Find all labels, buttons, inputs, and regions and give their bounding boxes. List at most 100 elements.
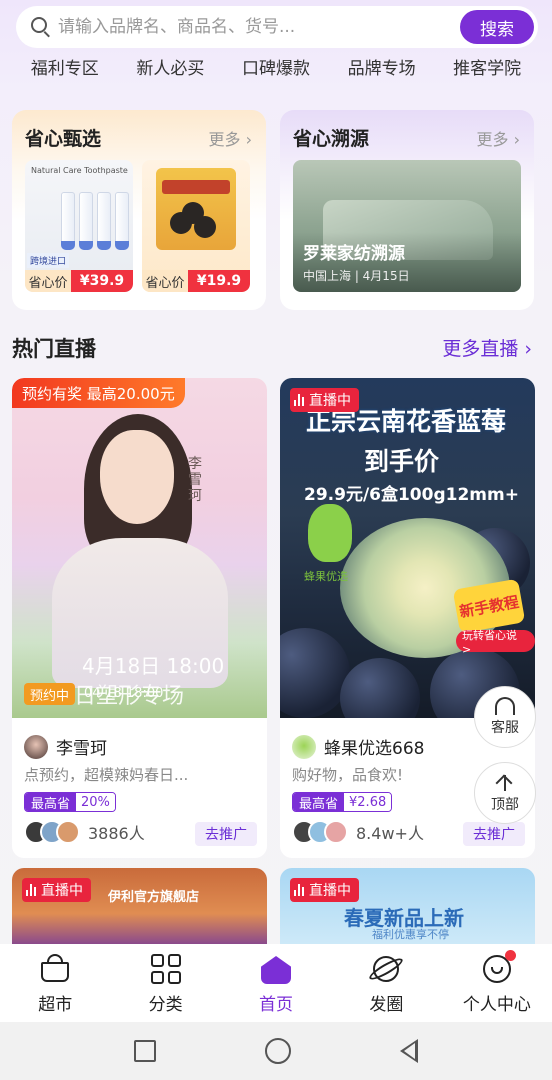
live-status-badge: 直播中 [290,878,359,902]
live-bars-icon [294,394,304,406]
appointment-time: 04-18 18:00 [84,686,164,701]
product-toothpaste[interactable]: Natural Care Toothpaste 跨境进口 省心价 ¥39.9 [25,160,133,292]
viewers-row: 8.4w+人 [292,820,424,844]
viewer-avatar [324,820,348,844]
smile-icon [480,950,516,986]
tab-label: 超市 [38,995,73,1015]
grid-icon [149,952,183,986]
price-value: ¥39.9 [71,270,133,292]
notification-dot [504,950,516,961]
viewer-avatar [56,820,80,844]
curated-title: 省心甄选 [25,128,102,150]
saving-value: ¥2.68 [344,793,392,811]
trace-caption: 罗莱家纺溯源 [303,244,405,264]
back-to-top-button[interactable]: 顶部 [474,762,536,824]
product-plum[interactable]: 省心价 ¥19.9 [142,160,250,292]
live-cover[interactable]: 正宗云南花香蓝莓 到手价 29.9元/6盒100g12mm+ 蜂果优选 新手教程… [280,378,535,718]
promo-badge: 预约有奖 最高20.00元 [12,378,185,408]
tab-moments[interactable]: 发圈 [331,944,441,1022]
saving-badge: 最高省 ¥2.68 [292,792,393,812]
more-live-link[interactable]: 更多直播 › [442,334,532,361]
cover-headline: 到手价 [364,447,440,476]
live-bars-icon [294,884,304,896]
tab-label: 分类 [148,995,183,1015]
anchor-row: 蜂果优选668 [292,734,424,759]
cover-price: 29.9元/6盒100g12mm+ [304,485,519,505]
curated-more-link[interactable]: 更多 › [209,126,253,150]
home-button-icon[interactable] [264,1038,291,1064]
curated-selection-card[interactable]: 省心甄选 更多 › Natural Care Toothpaste 跨境进口 省… [12,110,266,310]
product-image [115,192,129,250]
store-name: 伊利官方旗舰店 [108,890,200,905]
trace-title: 省心溯源 [293,128,370,150]
live-status-text: 直播中 [41,883,83,899]
price-row: 省心价 ¥39.9 [25,270,133,292]
anchor-name: 李雪珂 [56,739,107,759]
tab-supermarket[interactable]: 超市 [0,944,110,1022]
customer-service-label: 客服 [491,720,519,736]
live-status-text: 直播中 [309,393,351,409]
avatar [292,734,316,759]
bee-mascot-icon [308,504,352,562]
promote-button[interactable]: 去推广 [463,822,525,846]
viewer-count: 8.4w+人 [356,824,424,843]
saving-label: 最高省 [293,793,345,811]
category-item[interactable]: 新人必买 [136,56,204,86]
avatar [24,734,48,759]
price-label: 省心价 [25,270,71,292]
viewer-count: 3886人 [88,824,145,843]
customer-service-button[interactable]: 客服 [474,686,536,748]
product-image [79,192,93,250]
live-cover[interactable]: 李雪珂 4月18日 18:00 春日塑形专场 预约有奖 最高20.00元 预约中… [12,378,267,718]
search-button[interactable]: 搜索 [460,10,534,44]
live-status-badge: 直播中 [22,878,91,902]
anchor-name: 蜂果优选668 [324,739,425,759]
cover-date: 4月18日 18:00 [82,654,225,678]
viewers-row: 3886人 [24,820,145,844]
live-card[interactable]: 直播中 伊利官方旗舰店 [12,868,267,944]
live-card[interactable]: 直播中 春夏新品上新 福利优惠享不停 [280,868,535,944]
tab-profile[interactable]: 个人中心 [442,944,552,1022]
cover-subtitle: 福利优惠享不停 [372,928,449,941]
live-status-badge: 直播中 [290,388,359,412]
price-label: 省心价 [142,270,188,292]
basket-icon [38,952,72,986]
anchor-row: 李雪珂 [24,734,107,759]
tutorial-link[interactable]: 玩转省心说 > [456,629,535,656]
price-row: 省心价 ¥19.9 [142,270,250,292]
appointment-badge: 预约中 [24,683,76,705]
bottom-tab-bar: 超市 分类 首页 发圈 个人中心 [0,944,552,1022]
live-card[interactable]: 李雪珂 4月18日 18:00 春日塑形专场 预约有奖 最高20.00元 预约中… [12,378,267,858]
cover-name: 李雪珂 [188,456,202,504]
category-item[interactable]: 品牌专场 [348,56,416,86]
product-image [156,168,236,250]
product-image [61,192,75,250]
product-box-text: Natural Care Toothpaste [31,166,128,175]
search-input[interactable] [58,17,460,37]
headset-icon [495,697,515,715]
planet-icon [367,952,406,986]
promote-button[interactable]: 去推广 [195,822,257,846]
category-nav: 福利专区 新人必买 口碑爆款 品牌专场 推客学院 [0,56,552,86]
category-item[interactable]: 推客学院 [453,56,521,86]
search-icon [30,16,52,38]
trace-origin-card[interactable]: 省心溯源 更多 › 罗莱家纺溯源 中国上海 | 4月15日 [280,110,534,310]
live-description: 点预约，超模辣妈春日... [24,766,189,784]
back-icon[interactable] [399,1039,418,1063]
category-item[interactable]: 口碑爆款 [242,56,310,86]
bedding-image[interactable]: 罗莱家纺溯源 中国上海 | 4月15日 [293,160,521,292]
category-item[interactable]: 福利专区 [31,56,99,86]
live-status-text: 直播中 [309,883,351,899]
tab-home[interactable]: 首页 [221,944,331,1022]
system-navigation-bar [0,1022,552,1080]
tab-label: 个人中心 [462,995,531,1015]
tab-category[interactable]: 分类 [110,944,220,1022]
recent-apps-icon[interactable] [134,1040,157,1062]
arrow-up-icon [495,772,515,792]
home-icon [259,952,293,986]
trace-more-link[interactable]: 更多 › [477,126,521,150]
search-bar[interactable]: 搜索 [16,6,538,48]
import-tag: 跨境进口 [27,253,70,268]
cover-brand: 蜂果优选 [304,570,348,583]
product-image [97,192,111,250]
